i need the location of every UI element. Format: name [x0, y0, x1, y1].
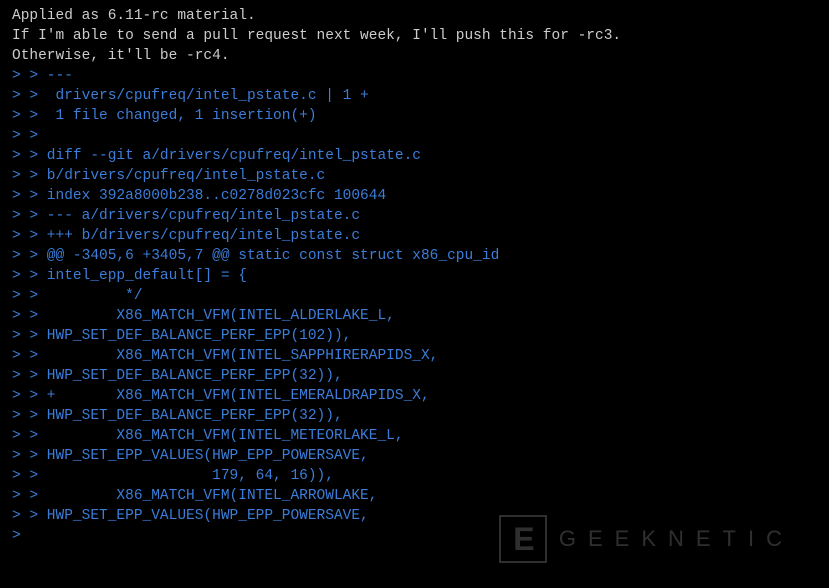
quoted-diff-line: > > b/drivers/cpufreq/intel_pstate.c: [12, 166, 817, 186]
message-line: Applied as 6.11-rc material.: [12, 6, 817, 26]
quoted-diff-line: > > X86_MATCH_VFM(INTEL_SAPPHIRERAPIDS_X…: [12, 346, 817, 366]
quoted-diff-line: > > +++ b/drivers/cpufreq/intel_pstate.c: [12, 226, 817, 246]
quoted-diff-line: > > X86_MATCH_VFM(INTEL_ARROWLAKE,: [12, 486, 817, 506]
quoted-diff-line: > > ---: [12, 66, 817, 86]
quoted-diff-line: >: [12, 526, 817, 546]
quoted-diff-line: > > HWP_SET_EPP_VALUES(HWP_EPP_POWERSAVE…: [12, 506, 817, 526]
quoted-diff-line: > > 1 file changed, 1 insertion(+): [12, 106, 817, 126]
quoted-diff-line: > >: [12, 126, 817, 146]
quoted-diff-line: > > */: [12, 286, 817, 306]
quoted-diff-line: > > HWP_SET_DEF_BALANCE_PERF_EPP(32)),: [12, 366, 817, 386]
quoted-diff-line: > > @@ -3405,6 +3405,7 @@ static const s…: [12, 246, 817, 266]
quoted-diff-line: > > --- a/drivers/cpufreq/intel_pstate.c: [12, 206, 817, 226]
message-line: Otherwise, it'll be -rc4.: [12, 46, 817, 66]
email-body: Applied as 6.11-rc material. If I'm able…: [12, 6, 817, 546]
quoted-diff-line: > > diff --git a/drivers/cpufreq/intel_p…: [12, 146, 817, 166]
quoted-diff-line: > > intel_epp_default[] = {: [12, 266, 817, 286]
quoted-diff-line: > > drivers/cpufreq/intel_pstate.c | 1 +: [12, 86, 817, 106]
quoted-diff-line: > > HWP_SET_DEF_BALANCE_PERF_EPP(32)),: [12, 406, 817, 426]
quoted-diff-line: > > X86_MATCH_VFM(INTEL_ALDERLAKE_L,: [12, 306, 817, 326]
quoted-diff-line: > > + X86_MATCH_VFM(INTEL_EMERALDRAPIDS_…: [12, 386, 817, 406]
quoted-diff-line: > > X86_MATCH_VFM(INTEL_METEORLAKE_L,: [12, 426, 817, 446]
quoted-diff-line: > > HWP_SET_EPP_VALUES(HWP_EPP_POWERSAVE…: [12, 446, 817, 466]
quoted-diff-line: > > HWP_SET_DEF_BALANCE_PERF_EPP(102)),: [12, 326, 817, 346]
quoted-diff-line: > > index 392a8000b238..c0278d023cfc 100…: [12, 186, 817, 206]
message-line: If I'm able to send a pull request next …: [12, 26, 817, 46]
quoted-diff-line: > > 179, 64, 16)),: [12, 466, 817, 486]
